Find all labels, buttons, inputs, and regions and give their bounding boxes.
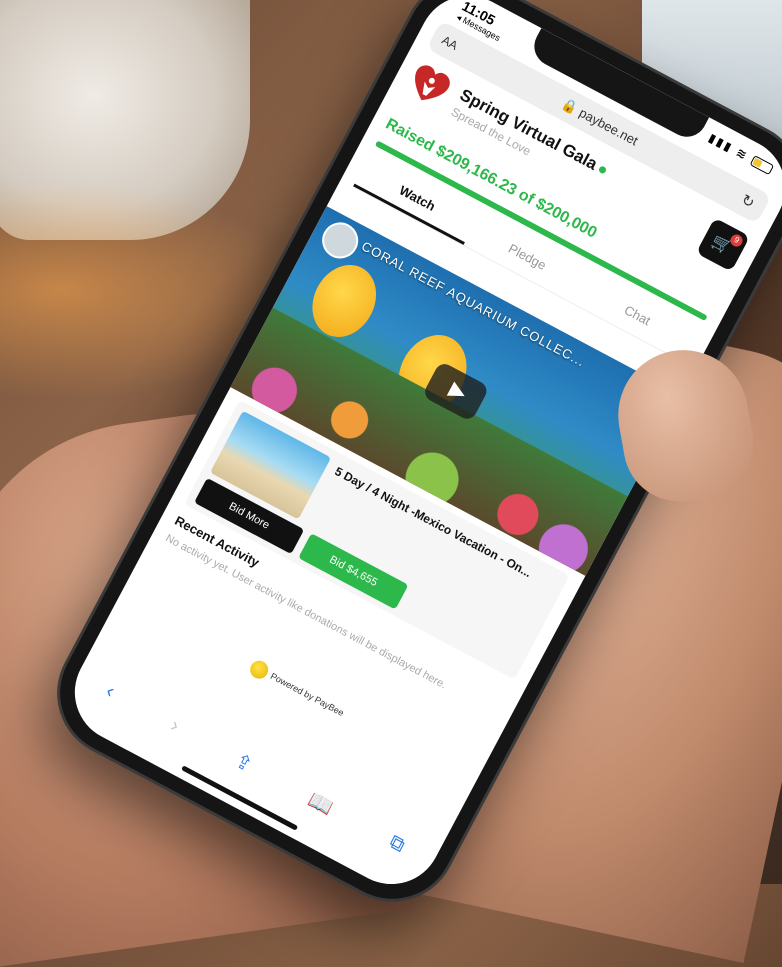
powered-by-text: Powered by PayBee bbox=[268, 670, 346, 719]
tabs-icon[interactable]: ⧉ bbox=[385, 830, 409, 857]
bookmarks-icon[interactable]: 📖 bbox=[304, 787, 338, 821]
wifi-icon: ≋ bbox=[733, 145, 751, 164]
forward-arrow-icon[interactable]: › bbox=[166, 714, 183, 737]
live-indicator bbox=[597, 165, 608, 175]
heart-logo-icon bbox=[415, 65, 450, 101]
battery-icon bbox=[749, 155, 775, 176]
channel-avatar bbox=[315, 216, 365, 265]
back-arrow-icon[interactable]: ‹ bbox=[102, 680, 118, 703]
signal-icon: ▮▮▮ bbox=[706, 130, 736, 156]
cart-button[interactable]: 🛒 9 bbox=[695, 217, 751, 272]
share-icon[interactable]: ⇪ bbox=[231, 747, 258, 777]
